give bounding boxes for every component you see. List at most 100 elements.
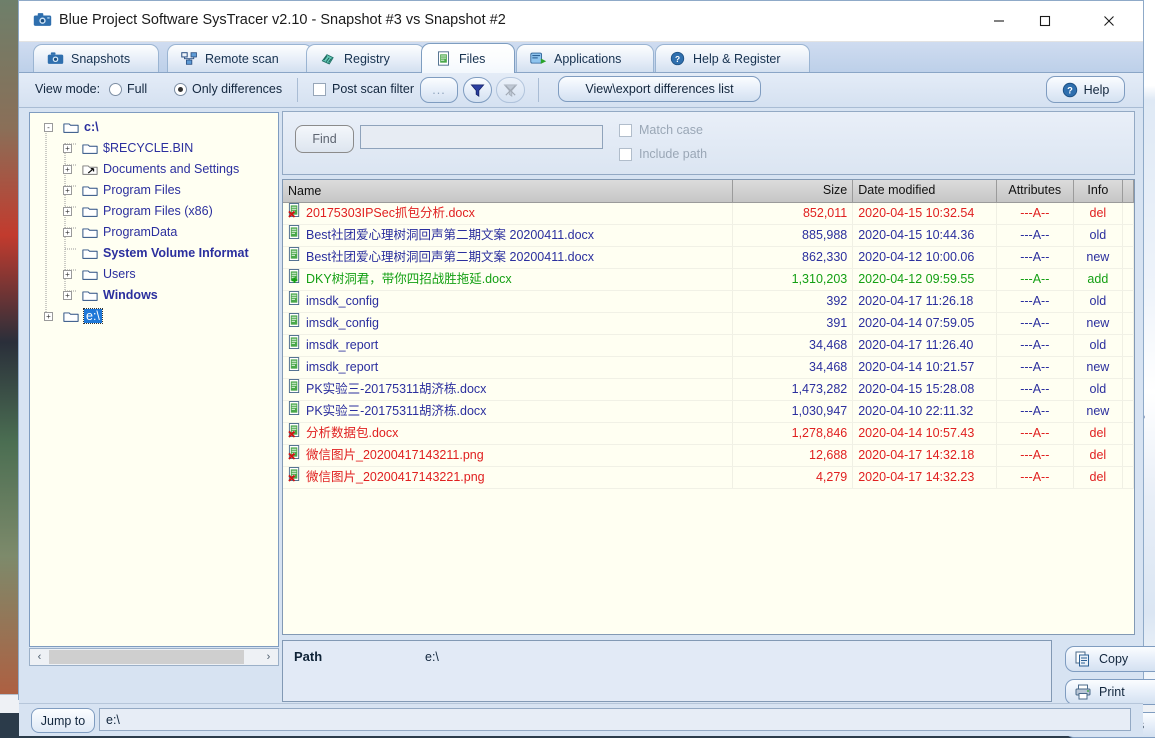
cell-spacer [1123, 401, 1134, 422]
view-export-differences-button[interactable]: View\export differences list [558, 76, 761, 102]
question-mark-icon: ? [1062, 82, 1077, 97]
tab-files[interactable]: Files [421, 43, 515, 73]
tree-item-label: System Volume Informat [103, 246, 249, 260]
cell-date-modified: 2020-04-15 10:44.36 [853, 225, 997, 246]
tab-remote-scan[interactable]: Remote scan [167, 44, 313, 72]
column-header-info[interactable]: Info [1073, 180, 1124, 202]
file-name: Best社团爱心理树洞回声第二期文案 20200411.docx [306, 250, 595, 264]
jump-to-button[interactable]: Jump to [31, 708, 95, 733]
scrollbar-thumb[interactable] [49, 650, 244, 664]
radio-only-differences[interactable] [174, 83, 187, 96]
radio-full[interactable] [109, 83, 122, 96]
tree-item-e[interactable]: + e:\ [30, 306, 278, 327]
copy-label: Copy [1099, 652, 1129, 666]
table-row[interactable]: 20175303IPSec抓包分析.docx 852,011 2020-04-15 … [283, 203, 1134, 225]
table-row[interactable]: PK实验三-20175311胡济栋.docx 1,473,282 2020-04-1… [283, 379, 1134, 401]
clear-filter-button[interactable] [496, 77, 525, 103]
cell-date-modified: 2020-04-10 22:11.32 [853, 401, 997, 422]
tree-item-recycle-bin[interactable]: + $RECYCLE.BIN [30, 138, 278, 159]
table-row[interactable]: imsdk_config 391 2020-04-14 07:59.05 ---A--… [283, 313, 1134, 335]
table-row[interactable]: 微信图片_20200417143211.png 12,688 2020-04-17 … [283, 445, 1134, 467]
ellipsis-button[interactable]: ... [420, 77, 458, 103]
radio-only-differences-label[interactable]: Only differences [192, 82, 282, 96]
tab-help-register[interactable]: ? Help & Register [655, 44, 810, 72]
find-input[interactable] [360, 125, 603, 149]
cell-attributes: ---A-- [997, 423, 1074, 444]
tree-item-programdata[interactable]: + ProgramData [30, 222, 278, 243]
column-header-date-modified[interactable]: Date modified [853, 180, 997, 202]
match-case-label[interactable]: Match case [639, 123, 703, 137]
table-row[interactable]: DKY树洞君，带你四招战胜拖延.docx 1,310,203 2020-04-12 … [283, 269, 1134, 291]
table-row[interactable]: imsdk_report 34,468 2020-04-17 11:26.40 ---… [283, 335, 1134, 357]
file-name: DKY树洞君，带你四招战胜拖延.docx [306, 272, 512, 286]
table-row[interactable]: Best社团爱心理树洞回声第二期文案 20200411.docx 862,330 2… [283, 247, 1134, 269]
file-list[interactable]: Name Size Date modified Attributes Info … [282, 179, 1135, 635]
tab-snapshots[interactable]: Snapshots [33, 44, 159, 72]
column-header-attributes[interactable]: Attributes [996, 180, 1074, 202]
tree-item-c[interactable]: - c:\ [30, 117, 278, 138]
doc-deleted-icon [288, 467, 301, 488]
table-row[interactable]: imsdk_report 34,468 2020-04-14 10:21.57 ---… [283, 357, 1134, 379]
help-button[interactable]: ? Help [1046, 76, 1125, 103]
jump-to-label: Jump to [40, 713, 86, 728]
table-row[interactable]: 微信图片_20200417143221.png 4,279 2020-04-17 1… [283, 467, 1134, 489]
tree-item-documents-and-settings[interactable]: + Documents and Settings [30, 159, 278, 180]
tree-item-users[interactable]: + Users [30, 264, 278, 285]
cell-info: del [1074, 467, 1124, 488]
applications-icon [530, 52, 547, 64]
cell-spacer [1123, 467, 1134, 488]
scroll-left-arrow[interactable]: ‹ [31, 650, 48, 664]
tree-toggle[interactable]: - [44, 123, 53, 132]
tree-item-windows[interactable]: + Windows [30, 285, 278, 306]
table-row[interactable]: imsdk_config 392 2020-04-17 11:26.18 ---A--… [283, 291, 1134, 313]
doc-icon [288, 247, 301, 268]
filter-button[interactable] [463, 77, 492, 103]
tree-toggle[interactable]: + [63, 270, 72, 279]
cell-size: 391 [733, 313, 854, 334]
table-row[interactable]: 分析数据包.docx 1,278,846 2020-04-14 10:57.43 --… [283, 423, 1134, 445]
copy-button[interactable]: Copy [1065, 646, 1155, 672]
doc-icon [288, 357, 301, 378]
match-case-checkbox[interactable] [619, 124, 632, 137]
tab-label: Snapshots [71, 51, 131, 66]
cell-name: DKY树洞君，带你四招战胜拖延.docx [283, 269, 734, 290]
include-path-label[interactable]: Include path [639, 147, 707, 161]
tab-registry[interactable]: Registry [306, 44, 425, 72]
tree-item-label: $RECYCLE.BIN [103, 141, 194, 155]
post-scan-filter-checkbox[interactable] [313, 83, 326, 96]
tree-toggle[interactable]: + [44, 312, 53, 321]
doc-deleted-icon [288, 423, 301, 444]
minimize-button[interactable] [976, 1, 1022, 41]
tree-item-program-files-x86[interactable]: + Program Files (x86) [30, 201, 278, 222]
scroll-right-arrow[interactable]: › [260, 650, 277, 664]
print-button[interactable]: Print [1065, 679, 1155, 705]
folder-tree[interactable]: - c:\ + $RECYCLE.BIN + Documents and Settings… [29, 112, 279, 647]
toolbar-separator [297, 78, 298, 102]
tree-toggle[interactable]: + [63, 228, 72, 237]
jump-to-input[interactable] [99, 708, 1131, 731]
tree-horizontal-scrollbar[interactable]: ‹ › [29, 648, 279, 666]
post-scan-filter-label[interactable]: Post scan filter [332, 82, 414, 96]
table-row[interactable]: PK实验三-20175311胡济栋.docx 1,030,947 2020-04-1… [283, 401, 1134, 423]
cell-name: PK实验三-20175311胡济栋.docx [283, 379, 734, 400]
cell-info: add [1074, 269, 1124, 290]
table-row[interactable]: Best社团爱心理树洞回声第二期文案 20200411.docx 885,988 2… [283, 225, 1134, 247]
find-button[interactable]: Find [295, 125, 354, 153]
close-button[interactable] [1086, 1, 1132, 41]
include-path-checkbox[interactable] [619, 148, 632, 161]
tree-toggle[interactable]: + [63, 165, 72, 174]
tree-toggle[interactable]: + [63, 144, 72, 153]
tree-toggle[interactable]: + [63, 291, 72, 300]
tree-toggle[interactable]: + [63, 186, 72, 195]
tab-strip: Snapshots Remote scan Registry Files App… [19, 42, 1143, 73]
cell-date-modified: 2020-04-12 09:59.55 [853, 269, 997, 290]
tab-applications[interactable]: Applications [516, 44, 654, 72]
column-header-name[interactable]: Name [283, 180, 734, 202]
tree-toggle[interactable]: + [63, 207, 72, 216]
column-header-size[interactable]: Size [733, 180, 854, 202]
maximize-button[interactable] [1022, 1, 1068, 41]
radio-full-label[interactable]: Full [127, 82, 147, 96]
column-header-spacer[interactable] [1123, 180, 1134, 202]
tree-item-program-files[interactable]: + Program Files [30, 180, 278, 201]
tree-item-system-volume-informat[interactable]: System Volume Informat [30, 243, 278, 264]
